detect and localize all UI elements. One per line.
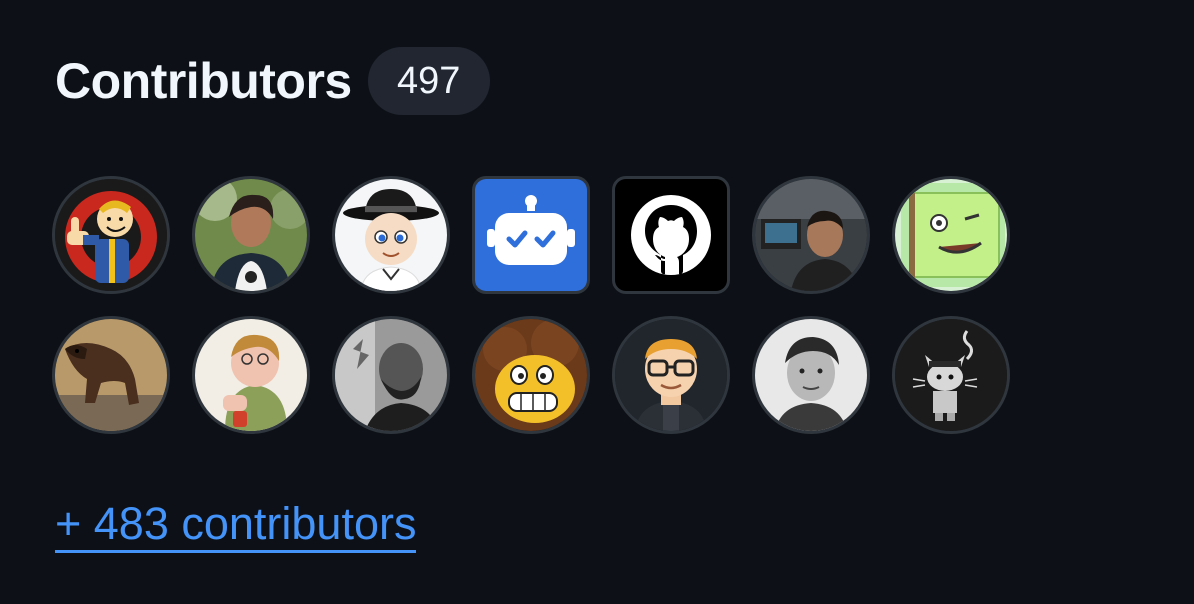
horse-photo-icon <box>55 319 167 431</box>
avatar-cartoon-eating[interactable] <box>192 316 310 434</box>
contributors-avatar-grid <box>52 176 1010 434</box>
avatar-bot[interactable] <box>472 176 590 294</box>
avatar-cartoon-hat-man[interactable] <box>332 176 450 294</box>
cartoon-man-glasses-icon <box>615 319 727 431</box>
avatar-young-man[interactable] <box>752 316 870 434</box>
section-title: Contributors <box>55 53 352 109</box>
avatar-person-outdoors[interactable] <box>192 176 310 294</box>
avatar-dark-cat[interactable] <box>892 316 1010 434</box>
avatar-green-block[interactable] <box>892 176 1010 294</box>
person-photo-bw-icon <box>755 319 867 431</box>
cartoon-man-hat-icon <box>335 179 447 291</box>
cat-illustration-icon <box>895 319 1007 431</box>
robot-icon <box>475 179 587 291</box>
avatar-person-desk[interactable] <box>752 176 870 294</box>
cartoon-person-eating-icon <box>195 319 307 431</box>
contributors-header: Contributors 497 <box>55 46 490 116</box>
cartoon-grinning-face-icon <box>475 319 587 431</box>
more-contributors-link[interactable]: + 483 contributors <box>55 498 417 554</box>
avatar-vault-boy[interactable] <box>52 176 170 294</box>
contributors-count-badge: 497 <box>367 47 490 115</box>
green-block-face-icon <box>895 179 1007 291</box>
person-photo-icon <box>195 179 307 291</box>
avatar-github[interactable] <box>612 176 730 294</box>
avatar-bw-man[interactable] <box>332 316 450 434</box>
person-photo-bw-icon <box>335 319 447 431</box>
person-photo-icon <box>755 179 867 291</box>
avatar-horse[interactable] <box>52 316 170 434</box>
github-octocat-icon <box>615 179 727 291</box>
vault-boy-thumbs-up-icon <box>55 179 167 291</box>
avatar-glasses-man[interactable] <box>612 316 730 434</box>
avatar-cartoon-grin[interactable] <box>472 316 590 434</box>
